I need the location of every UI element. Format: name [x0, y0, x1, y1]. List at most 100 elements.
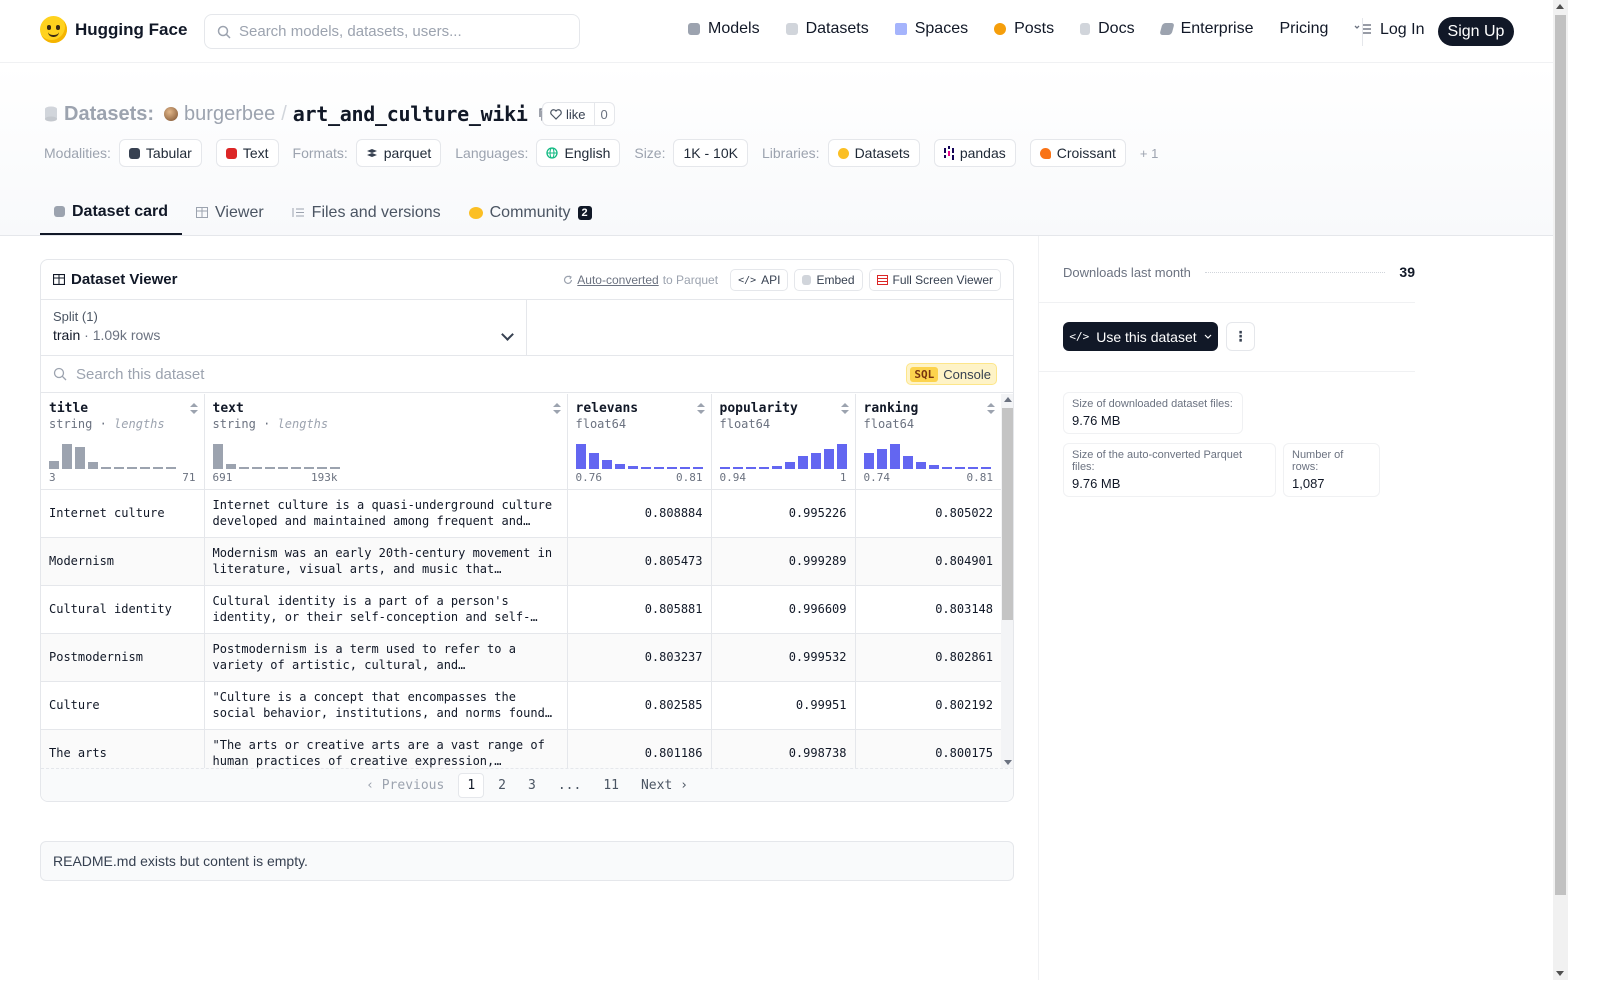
table-scrollbar[interactable]: [1001, 394, 1013, 768]
histogram-bar[interactable]: [101, 467, 111, 469]
histogram-bar[interactable]: [666, 467, 677, 469]
histogram-bar[interactable]: [719, 467, 730, 469]
histogram-bar[interactable]: [745, 467, 756, 469]
hf-logo-link[interactable]: Hugging Face: [40, 16, 187, 43]
histogram-bar[interactable]: [88, 462, 98, 469]
histogram-bar[interactable]: [316, 467, 327, 469]
histogram-bar[interactable]: [758, 467, 769, 469]
global-search-input[interactable]: Search models, datasets, users...: [204, 14, 580, 49]
tab-viewer[interactable]: Viewer: [182, 190, 278, 235]
cell-ranking[interactable]: 0.802861: [855, 633, 1001, 682]
page-scrollbar[interactable]: [1553, 0, 1568, 980]
tag-tabular[interactable]: Tabular: [118, 139, 202, 167]
nav-posts[interactable]: Posts: [994, 20, 1054, 38]
table-row[interactable]: Cultural identity Cultural identity is a …: [41, 585, 1001, 634]
cell-title[interactable]: Cultural identity: [41, 585, 205, 634]
nav-spaces[interactable]: Spaces: [894, 20, 968, 38]
histogram-bar[interactable]: [303, 467, 314, 469]
cell-relevans[interactable]: 0.805473: [567, 537, 712, 586]
cell-text[interactable]: Modernism was an early 20th-century move…: [204, 537, 568, 586]
tag-datasets-lib[interactable]: Datasets: [827, 139, 920, 167]
histogram-bar[interactable]: [212, 444, 223, 469]
histogram-bar[interactable]: [954, 467, 965, 469]
table-row[interactable]: Postmodernism Postmodernism is a term use…: [41, 633, 1001, 682]
histogram-bar[interactable]: [225, 464, 236, 469]
tab-files[interactable]: Files and versions: [278, 190, 455, 235]
histogram-bar[interactable]: [575, 444, 586, 469]
column-header[interactable]: popularity float64 0.94 1: [711, 394, 856, 490]
table-row[interactable]: Culture "Culture is a concept that encomp…: [41, 681, 1001, 730]
histogram-bar[interactable]: [75, 447, 85, 469]
tab-dataset-card[interactable]: Dataset card: [40, 190, 183, 235]
scroll-up-icon[interactable]: [1556, 4, 1564, 9]
sort-icon[interactable]: [840, 403, 849, 415]
tag-text[interactable]: Text: [215, 139, 279, 167]
page-scrollbar-thumb[interactable]: [1555, 15, 1566, 895]
cell-relevans[interactable]: 0.803237: [567, 633, 712, 682]
cell-title[interactable]: Culture: [41, 681, 205, 730]
cell-title[interactable]: Modernism: [41, 537, 205, 586]
auto-converted-link[interactable]: Auto-converted: [577, 273, 658, 287]
histogram-bar[interactable]: [915, 462, 926, 469]
scroll-up-icon[interactable]: [1004, 397, 1012, 402]
tag-croissant[interactable]: Croissant: [1029, 139, 1126, 167]
cell-popularity[interactable]: 0.996609: [711, 585, 856, 634]
dataset-search-input[interactable]: Search this dataset SQL Console: [41, 356, 1013, 393]
histogram-bar[interactable]: [62, 444, 72, 469]
column-header[interactable]: relevans float64 0.76 0.81: [567, 394, 712, 490]
like-button[interactable]: like 0: [542, 102, 615, 126]
histogram-bar[interactable]: [810, 453, 821, 469]
histogram-bar[interactable]: [928, 465, 939, 469]
signup-button[interactable]: Sign Up: [1438, 17, 1514, 46]
split-selector[interactable]: Split (1) train · 1.09k rows: [41, 300, 527, 355]
repo-name[interactable]: art_and_culture_wiki: [293, 102, 528, 126]
sql-console-button[interactable]: SQL Console: [906, 363, 997, 385]
cell-title[interactable]: Postmodernism: [41, 633, 205, 682]
nav-enterprise[interactable]: Enterprise: [1158, 20, 1253, 38]
histogram-bar[interactable]: [876, 449, 887, 469]
histogram-bar[interactable]: [732, 467, 743, 469]
histogram-bar[interactable]: [614, 464, 625, 469]
cell-text[interactable]: Internet culture is a quasi-underground …: [204, 489, 568, 538]
sort-icon[interactable]: [552, 403, 561, 415]
more-tags[interactable]: + 1: [1140, 146, 1158, 161]
histogram-bar[interactable]: [290, 467, 301, 469]
page-button[interactable]: 2: [490, 774, 514, 797]
previous-page-button[interactable]: ‹ Previous: [358, 774, 452, 797]
histogram-bar[interactable]: [277, 467, 288, 469]
page-button[interactable]: 11: [595, 774, 627, 797]
cell-ranking[interactable]: 0.805022: [855, 489, 1001, 538]
cell-text[interactable]: Postmodernism is a term used to refer to…: [204, 633, 568, 682]
histogram-bar[interactable]: [980, 467, 991, 469]
nav-pricing[interactable]: Pricing: [1279, 20, 1328, 38]
histogram-bar[interactable]: [836, 444, 847, 469]
histogram-bar[interactable]: [264, 467, 275, 469]
page-button[interactable]: 1: [458, 773, 485, 798]
histogram-bar[interactable]: [889, 444, 900, 469]
nav-docs[interactable]: Docs: [1080, 20, 1135, 38]
histogram-bar[interactable]: [967, 467, 978, 469]
cell-popularity[interactable]: 0.99951: [711, 681, 856, 730]
cell-relevans[interactable]: 0.805881: [567, 585, 712, 634]
nav-more-menu[interactable]: [1354, 23, 1372, 35]
cell-popularity[interactable]: 0.999289: [711, 537, 856, 586]
histogram-bar[interactable]: [784, 462, 795, 469]
histogram-bar[interactable]: [627, 466, 638, 469]
histogram-bar[interactable]: [251, 467, 262, 469]
cell-relevans[interactable]: 0.802585: [567, 681, 712, 730]
cell-text[interactable]: Cultural identity is a part of a person'…: [204, 585, 568, 634]
histogram-bar[interactable]: [941, 467, 952, 469]
histogram-bar[interactable]: [902, 456, 913, 469]
histogram-bar[interactable]: [653, 467, 664, 469]
nav-datasets[interactable]: Datasets: [785, 20, 869, 38]
sort-icon[interactable]: [189, 403, 198, 415]
embed-button[interactable]: Embed: [794, 269, 863, 291]
scrollbar-thumb[interactable]: [1002, 408, 1013, 620]
histogram-bar[interactable]: [679, 467, 690, 469]
page-button[interactable]: 3: [520, 774, 544, 797]
cell-title[interactable]: Internet culture: [41, 489, 205, 538]
cell-text[interactable]: "Culture is a concept that encompasses t…: [204, 681, 568, 730]
histogram-bar[interactable]: [640, 467, 651, 469]
cell-ranking[interactable]: 0.802192: [855, 681, 1001, 730]
api-button[interactable]: </> API: [730, 269, 789, 291]
